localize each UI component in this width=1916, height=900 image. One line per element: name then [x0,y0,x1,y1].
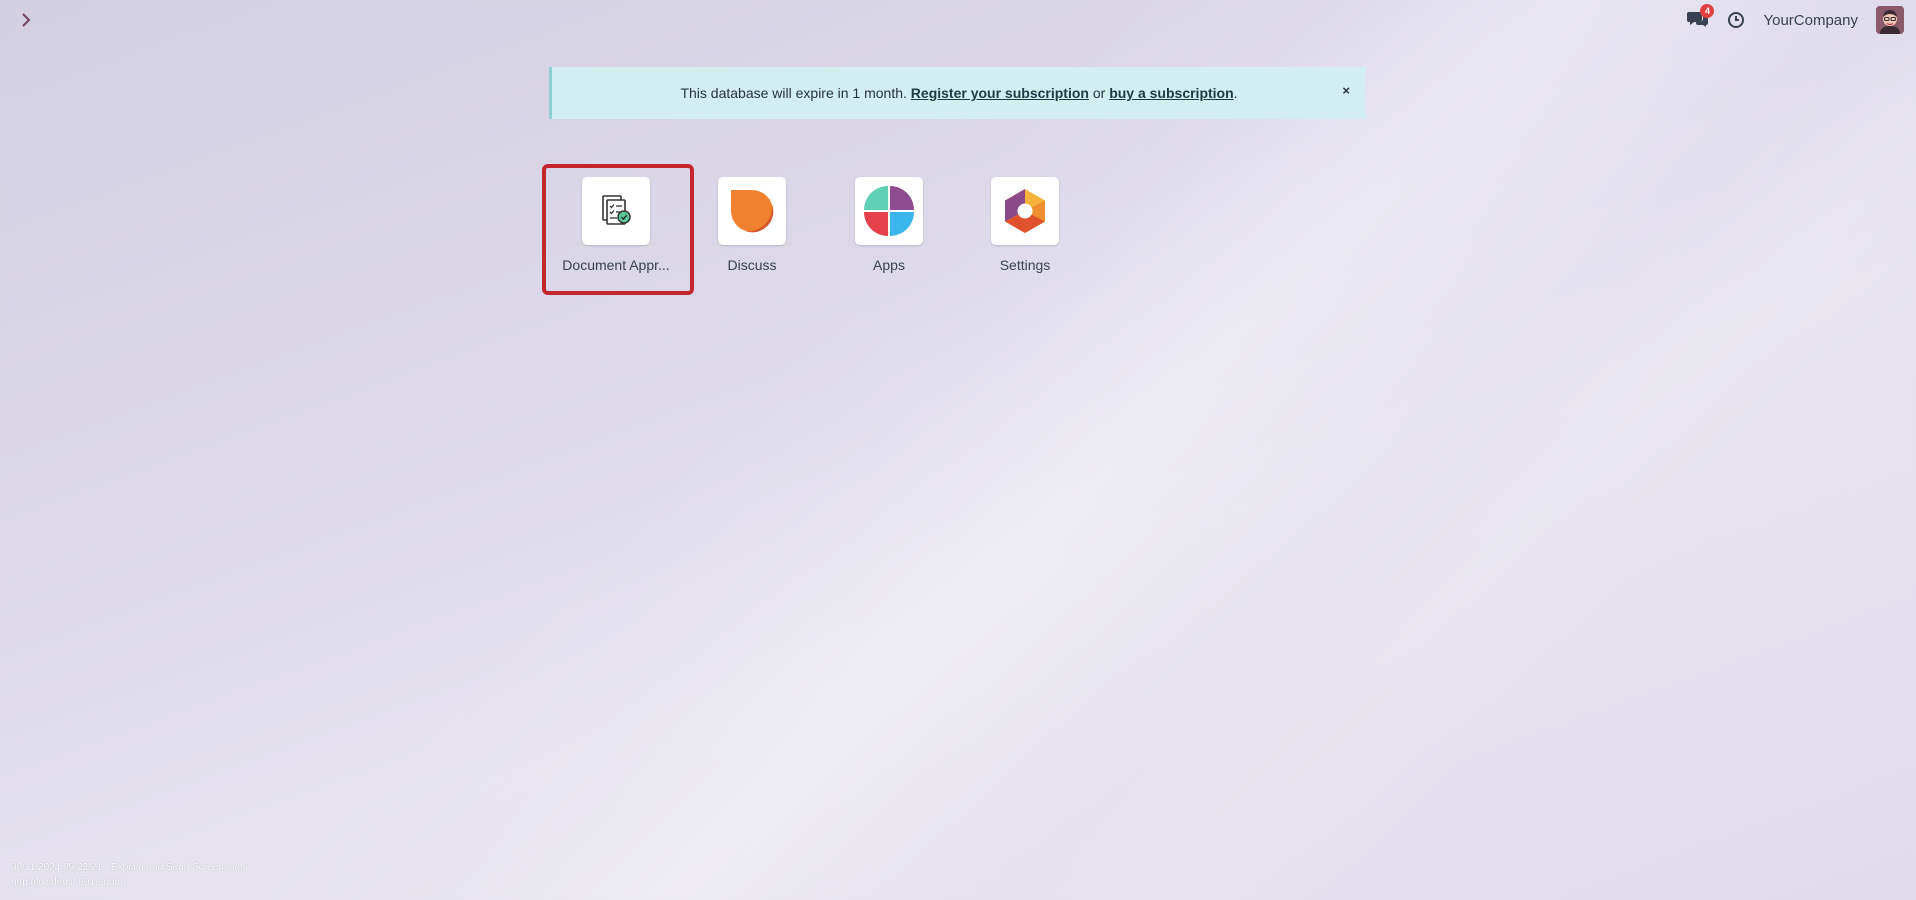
app-icon-tile [582,177,650,245]
app-settings[interactable]: Settings [957,177,1093,287]
banner-close-button[interactable]: × [1342,83,1350,98]
systray: 4 YourCompany [1687,4,1904,36]
message-count-badge: 4 [1700,4,1715,18]
background-streak [420,0,1916,900]
expiration-banner: This database will expire in 1 month. Re… [549,67,1366,119]
banner-text: This database will expire in 1 month. Re… [680,85,1237,101]
clock-icon [1728,12,1745,28]
app-icon-tile [991,177,1059,245]
app-icon-tile [855,177,923,245]
discuss-icon [731,190,774,233]
banner-or-text: or [1092,85,1106,101]
top-navbar: 4 YourCompany [0,0,1916,40]
banner-message: This database will expire in 1 month. [680,85,907,101]
chevron-right-icon [22,13,31,27]
app-document-approval[interactable]: Document Appr... [548,177,684,287]
settings-icon [1005,189,1045,233]
apps-icon [864,186,914,236]
app-label: Discuss [727,257,777,273]
stamp-url: http://localhost:8018/odoo [11,877,126,888]
background-streak [900,0,1916,900]
screenshot-stamp: 30/11/2024 09:22:21 - Explain and Send S… [11,860,248,890]
app-discuss[interactable]: Discuss [684,177,820,287]
register-subscription-link[interactable]: Register your subscription [911,85,1089,101]
stamp-datetime: 30/11/2024 09:22:21 - Explain and Send S… [11,862,248,873]
buy-subscription-link[interactable]: buy a subscription [1109,85,1233,101]
app-label: Document Appr... [562,257,670,273]
menu-toggle-button[interactable] [16,9,36,31]
messaging-menu[interactable]: 4 [1687,4,1715,31]
app-label: Apps [873,257,905,273]
app-icon-tile [718,177,786,245]
app-label: Settings [999,257,1051,273]
app-apps[interactable]: Apps [821,177,957,287]
user-avatar[interactable] [1876,6,1904,34]
document-approval-icon [602,195,631,225]
activity-menu[interactable] [1727,11,1745,29]
company-switcher[interactable]: YourCompany [1763,12,1858,29]
user-avatar-icon [1876,6,1904,34]
banner-period: . [1233,85,1238,101]
